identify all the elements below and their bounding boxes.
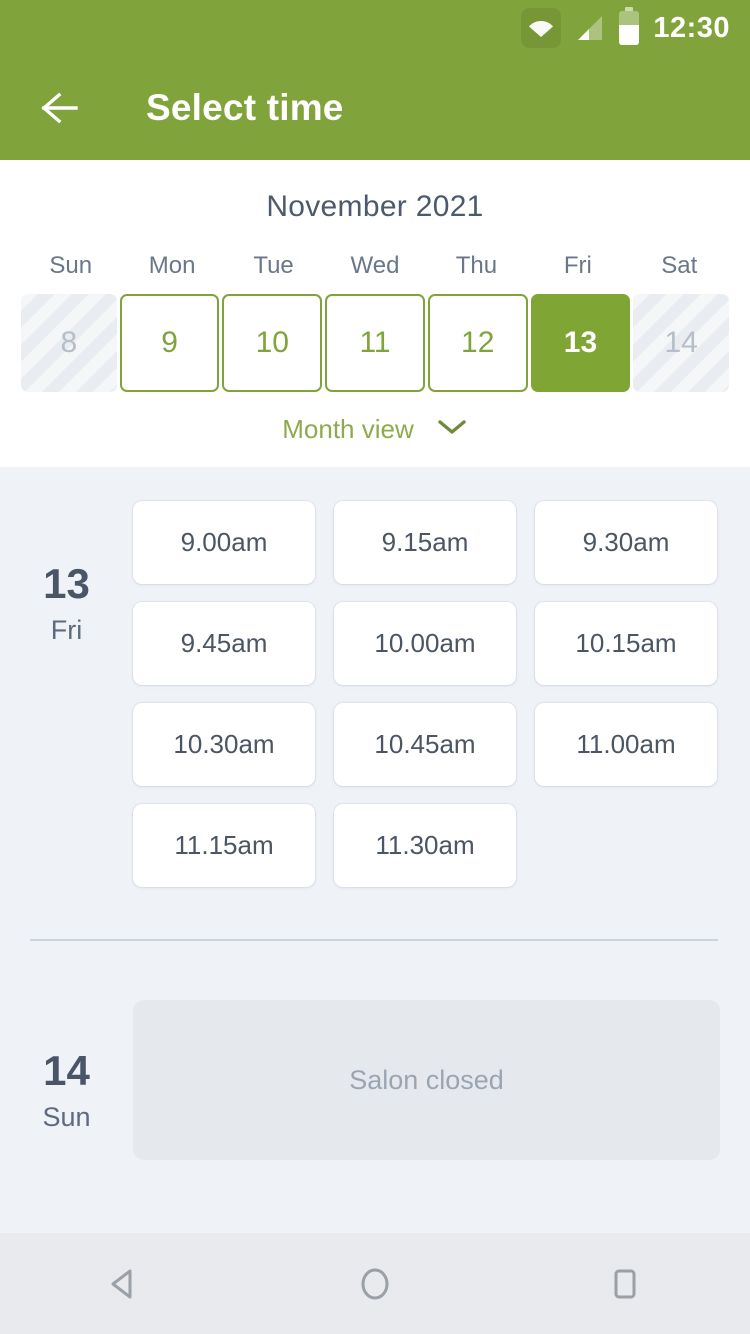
day-label-column: 14 Sun — [0, 1000, 133, 1160]
nav-back-icon — [111, 1269, 132, 1298]
nav-home-icon — [361, 1268, 389, 1299]
back-button[interactable] — [32, 79, 90, 137]
calendar-day-11[interactable]: 11 — [325, 294, 425, 392]
time-slot[interactable]: 11.15am — [133, 804, 315, 887]
time-slot[interactable]: 11.30am — [334, 804, 516, 887]
slots-grid: 9.00am 9.15am 9.30am 9.45am 10.00am 10.1… — [133, 501, 720, 887]
time-slot[interactable]: 9.00am — [133, 501, 315, 584]
time-slot[interactable]: 10.45am — [334, 703, 516, 786]
wifi-icon — [521, 8, 562, 48]
time-slot[interactable]: 9.45am — [133, 602, 315, 685]
nav-recents-icon — [614, 1269, 636, 1298]
month-view-toggle[interactable]: Month view — [0, 414, 750, 445]
day-weekday: Fri — [50, 615, 83, 645]
day-number: 13 — [43, 560, 90, 607]
status-bar-clock: 12:30 — [653, 11, 730, 44]
calendar-days-row: 8 9 10 11 12 13 14 — [0, 294, 750, 392]
salon-closed-card: Salon closed — [133, 1000, 720, 1160]
time-slot[interactable]: 10.00am — [334, 602, 516, 685]
day-weekday: Sun — [42, 1102, 91, 1132]
calendar-day-14: 14 — [633, 294, 730, 392]
weekday-label: Tue — [253, 252, 294, 279]
calendar-panel: November 2021 Sun Mon Tue Wed Thu Fri Sa… — [0, 160, 750, 467]
page-title: Select time — [146, 87, 344, 128]
nav-home-button[interactable] — [320, 1233, 430, 1334]
status-bar: 12:30 — [0, 0, 750, 56]
day-label-column: 13 Fri — [0, 501, 133, 887]
calendar-day-12[interactable]: 12 — [427, 294, 528, 392]
app-bar: Select time — [0, 56, 750, 160]
calendar-day-9[interactable]: 9 — [119, 294, 220, 392]
time-slot[interactable]: 10.30am — [133, 703, 315, 786]
weekday-label: Thu — [455, 252, 498, 279]
month-view-label: Month view — [282, 414, 414, 444]
time-slot[interactable]: 9.30am — [535, 501, 717, 584]
arrow-left-icon — [41, 92, 78, 124]
calendar-day-13[interactable]: 13 — [530, 294, 631, 392]
calendar-weekday-header: Sun Mon Tue Wed Thu Fri Sat — [0, 252, 750, 280]
weekday-label: Sun — [49, 252, 93, 279]
calendar-month-title: November 2021 — [266, 190, 484, 223]
calendar-day-10[interactable]: 10 — [222, 294, 323, 392]
chevron-down-icon — [436, 417, 468, 442]
weekday-label: Sat — [661, 252, 698, 279]
time-slot[interactable]: 10.15am — [535, 602, 717, 685]
calendar-day-8: 8 — [21, 294, 117, 392]
signal-icon — [575, 13, 605, 43]
weekday-label: Mon — [148, 252, 196, 279]
time-slot[interactable]: 9.15am — [334, 501, 516, 584]
weekday-label: Fri — [563, 252, 592, 279]
time-slots-body: 13 Fri 9.00am 9.15am 9.30am 9.45am 10.00… — [0, 467, 750, 1222]
nav-recents-button[interactable] — [570, 1233, 680, 1334]
time-slot[interactable]: 11.00am — [535, 703, 717, 786]
nav-back-button[interactable] — [70, 1233, 180, 1334]
battery-icon — [619, 7, 640, 45]
day-group-14: 14 Sun Salon closed — [0, 941, 750, 1160]
day-group-13: 13 Fri 9.00am 9.15am 9.30am 9.45am 10.00… — [0, 501, 750, 887]
day-number: 14 — [43, 1047, 90, 1094]
weekday-label: Wed — [350, 252, 400, 279]
android-nav-bar — [0, 1233, 750, 1334]
